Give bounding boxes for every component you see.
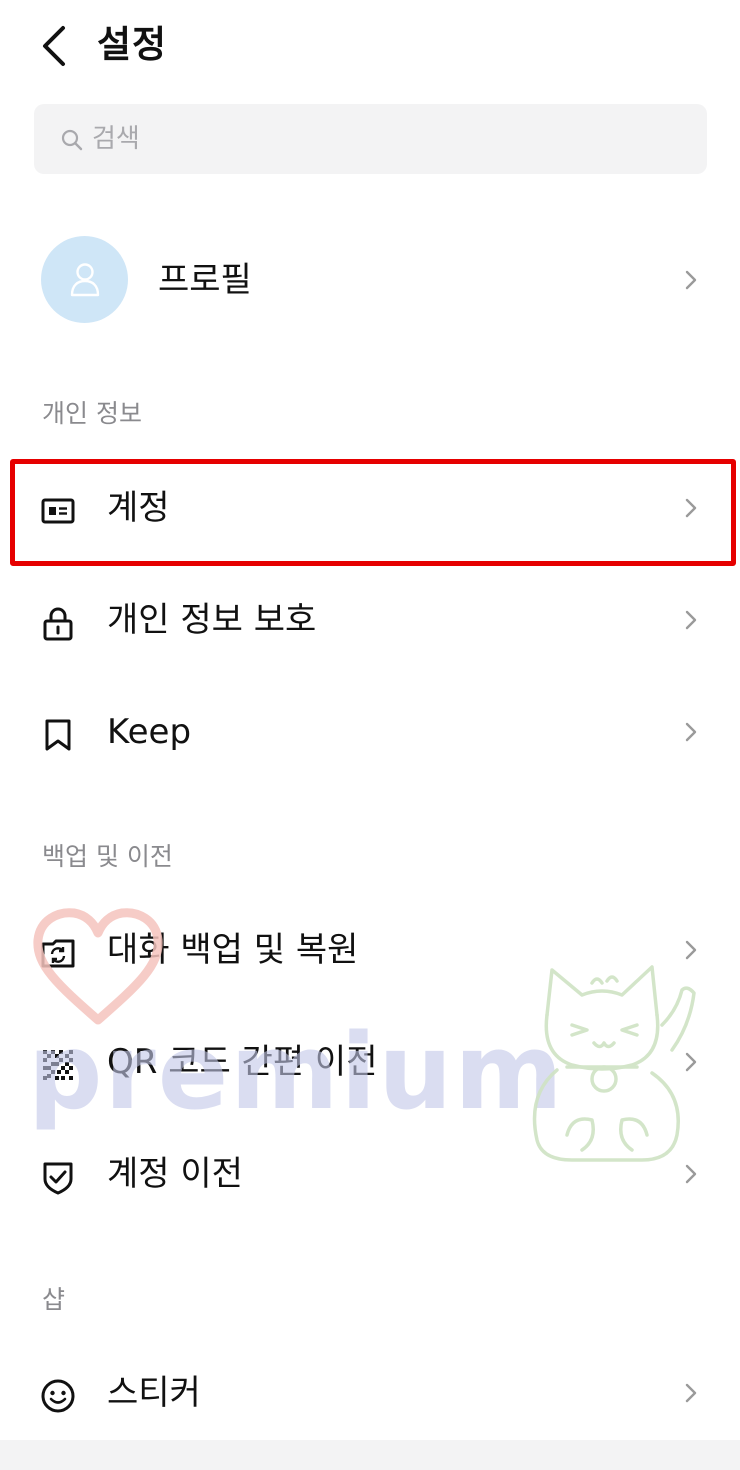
chevron-right-icon: [685, 940, 697, 960]
backup-restore-icon: [41, 939, 75, 968]
menu-item-label: 스티커: [107, 1373, 201, 1413]
lock-icon: [43, 607, 73, 641]
avatar: [41, 236, 128, 323]
section-title-shop: 샵: [42, 1285, 66, 1314]
qr-code-icon: [43, 1050, 73, 1080]
menu-item-account-transfer[interactable]: 계정 이전: [0, 1124, 740, 1224]
menu-item-label: 계정 이전: [107, 1154, 243, 1194]
chevron-right-icon: [685, 498, 697, 518]
menu-item-chat-backup[interactable]: 대화 백업 및 복원: [0, 900, 740, 1000]
menu-item-privacy[interactable]: 개인 정보 보호: [0, 570, 740, 670]
chevron-right-icon: [685, 1164, 697, 1184]
profile-row[interactable]: 프로필: [0, 222, 740, 338]
section-title-personal: 개인 정보: [42, 399, 142, 428]
back-button[interactable]: [30, 18, 80, 74]
chevron-right-icon: [685, 1052, 697, 1072]
header: 설정: [0, 0, 740, 92]
chevron-right-icon: [685, 722, 697, 742]
shield-check-icon: [43, 1162, 73, 1195]
page-title: 설정: [97, 23, 168, 66]
person-icon: [70, 263, 100, 297]
bookmark-icon: [45, 719, 71, 751]
menu-item-label: Keep: [107, 712, 192, 752]
menu-item-label: 계정: [107, 488, 170, 528]
menu-item-label: 대화 백업 및 복원: [107, 930, 359, 970]
menu-item-stickers[interactable]: 스티커: [0, 1343, 740, 1443]
search-icon: [61, 129, 83, 151]
chevron-right-icon: [685, 270, 697, 290]
menu-item-account[interactable]: 계정: [0, 458, 740, 558]
menu-item-label: 개인 정보 보호: [107, 600, 317, 640]
menu-item-keep[interactable]: Keep: [0, 682, 740, 782]
menu-item-qr-transfer[interactable]: QR 코드 간편 이전: [0, 1012, 740, 1112]
profile-label: 프로필: [158, 260, 252, 300]
search-input[interactable]: [92, 104, 692, 174]
id-card-icon: [41, 498, 75, 524]
chevron-right-icon: [685, 1383, 697, 1403]
section-title-backup: 백업 및 이전: [42, 842, 173, 871]
menu-item-label: QR 코드 간편 이전: [107, 1042, 378, 1082]
search-bar[interactable]: [34, 104, 707, 174]
chevron-right-icon: [685, 610, 697, 630]
chevron-left-icon: [43, 26, 65, 66]
bottom-bar: [0, 1440, 740, 1470]
smiley-icon: [41, 1379, 75, 1413]
